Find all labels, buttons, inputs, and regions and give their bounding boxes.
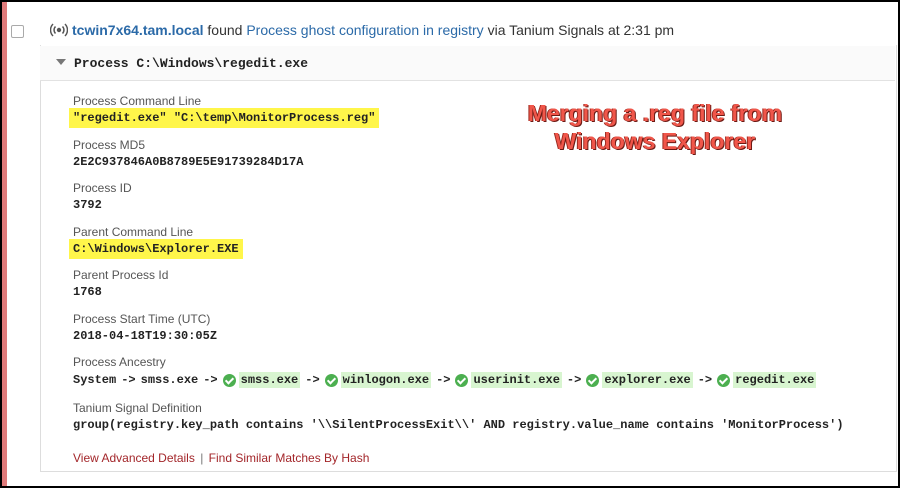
- annotation-callout: Merging a .reg file from Windows Explore…: [500, 99, 810, 155]
- ancestry-arrow: ->: [566, 373, 582, 387]
- parent-command-line-value: C:\Windows\Explorer.EXE: [69, 239, 243, 259]
- pid-value: 3792: [73, 198, 102, 212]
- caret-down-icon[interactable]: [56, 59, 66, 65]
- annotation-line-1: Merging a .reg file from: [527, 100, 783, 126]
- check-circle-icon: [717, 373, 731, 387]
- command-line-highlight: "regedit.exe" "C:\temp\MonitorProcess.re…: [69, 108, 380, 128]
- check-circle-icon: [324, 373, 338, 387]
- find-similar-matches-link[interactable]: Find Similar Matches By Hash: [209, 451, 370, 465]
- severity-accent-bar: [2, 2, 7, 486]
- footer-links: View Advanced Details | Find Similar Mat…: [73, 451, 369, 465]
- ancestry-label: Process Ancestry: [73, 355, 166, 369]
- md5-value: 2E2C937846A0B8789E5E91739284D17A: [73, 155, 304, 169]
- parent-command-line-label: Parent Command Line: [73, 225, 194, 239]
- command-line-label: Process Command Line: [73, 94, 202, 108]
- parent-pid-label: Parent Process Id: [73, 268, 169, 282]
- ancestry-arrow: ->: [203, 373, 218, 387]
- ancestry-item-label: userinit.exe: [471, 372, 562, 388]
- start-time-value: 2018-04-18T19:30:05Z: [73, 329, 218, 343]
- ancestry-item-label: explorer.exe: [602, 372, 693, 388]
- ancestry-item-label: winlogon.exe: [340, 372, 432, 388]
- ancestry-item[interactable]: smss.exe: [222, 372, 301, 388]
- signal-broadcast-icon: [50, 23, 68, 37]
- md5-label: Process MD5: [73, 138, 146, 152]
- process-title[interactable]: Process C:\Windows\regedit.exe: [74, 56, 308, 71]
- found-text: found: [203, 22, 247, 38]
- start-time-label: Process Start Time (UTC): [73, 312, 211, 326]
- check-circle-icon: [455, 373, 469, 387]
- parent-pid-value: 1768: [73, 285, 102, 299]
- parent-command-line-highlight: C:\Windows\Explorer.EXE: [69, 239, 243, 259]
- ancestry-item[interactable]: explorer.exe: [586, 372, 693, 388]
- ancestry-arrow: ->: [121, 373, 136, 387]
- via-text: via Tanium Signals at 2:31 pm: [483, 22, 675, 38]
- signal-definition-value: group(registry.key_path contains '\\Sile…: [73, 418, 844, 432]
- signal-name-link[interactable]: Process ghost configuration in registry: [246, 22, 483, 38]
- process-ancestry: System -> smss.exe -> smss.exe -> winlog…: [73, 372, 817, 388]
- alert-header: tcwin7x64.tam.local found Process ghost …: [72, 22, 674, 38]
- check-circle-icon: [586, 373, 600, 387]
- command-line-value: "regedit.exe" "C:\temp\MonitorProcess.re…: [69, 108, 380, 128]
- link-separator: |: [200, 451, 204, 465]
- ancestry-item-label: smss.exe: [238, 372, 301, 388]
- ancestry-item-label: regedit.exe: [733, 372, 817, 388]
- pid-label: Process ID: [73, 181, 132, 195]
- ancestry-item[interactable]: regedit.exe: [717, 372, 817, 388]
- annotation-line-2: Windows Explorer: [554, 128, 756, 154]
- ancestry-item[interactable]: userinit.exe: [455, 372, 562, 388]
- ancestry-arrow: ->: [305, 373, 320, 387]
- ancestry-root-smss: smss.exe: [140, 373, 199, 387]
- signal-definition-label: Tanium Signal Definition: [73, 401, 202, 415]
- check-circle-icon: [222, 373, 236, 387]
- ancestry-arrow: ->: [436, 373, 451, 387]
- ancestry-root-system: System: [73, 373, 117, 387]
- hostname-link[interactable]: tcwin7x64.tam.local: [72, 22, 204, 38]
- ancestry-item[interactable]: winlogon.exe: [324, 372, 432, 388]
- select-checkbox[interactable]: [11, 25, 24, 38]
- ancestry-arrow: ->: [697, 373, 713, 387]
- view-advanced-details-link[interactable]: View Advanced Details: [73, 451, 195, 465]
